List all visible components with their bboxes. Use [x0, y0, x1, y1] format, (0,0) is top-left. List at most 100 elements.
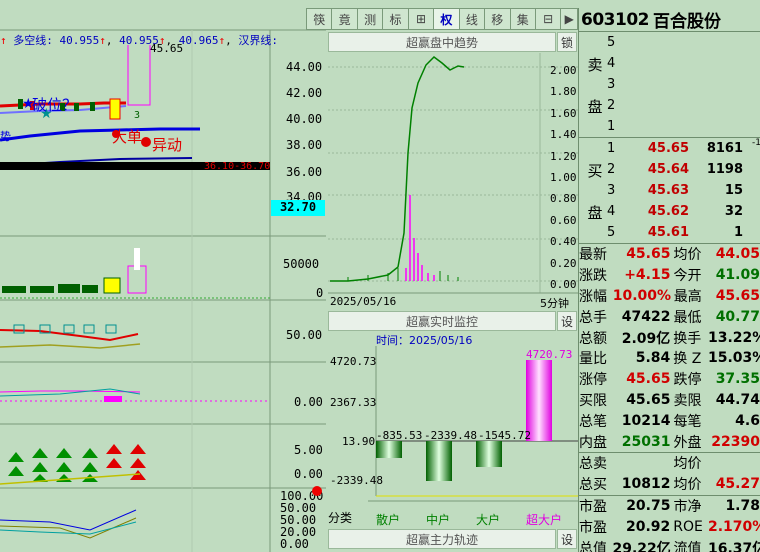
grid-icon[interactable]: ⊞	[407, 8, 434, 30]
bar-value-retail: -835.53	[376, 429, 423, 442]
breakout-label: 破位？	[32, 96, 78, 114]
sell-book: 卖 盘 5 4 3 2 1	[579, 32, 760, 138]
stat-row-amount: 总额2.09亿换手13.22%	[579, 329, 760, 347]
monitor-y-label-2: 2367.33	[330, 396, 377, 409]
price-label-38: 38.00	[286, 138, 323, 152]
price-label-42: 42.00	[286, 86, 323, 100]
stat-row-pe-ttm: 市盈20.92ROE2.170%	[579, 518, 760, 536]
stock-code: 603102	[581, 9, 649, 30]
price-label-36: 36.00	[286, 165, 323, 179]
main-force-settings-button[interactable]: 设	[557, 529, 577, 549]
trend-chart	[328, 53, 578, 307]
indicator2-label: 0.00	[294, 395, 323, 409]
bar-mid	[426, 441, 452, 481]
category-label: 分类	[328, 511, 353, 525]
category-super-large: 超大户	[526, 513, 563, 527]
sell-side-label-1: 卖	[587, 56, 603, 74]
stat-row-volume: 总手 47422 最低 40.77	[579, 308, 760, 326]
quote-stats: 最新 45.65 均价 44.05 涨跌 +4.15 今开 41.09 涨幅 10.00% 最高…	[579, 244, 760, 452]
monitor-y-label-3: 13.90	[342, 435, 376, 448]
stat-row-inner-outer: 内盘 25031 外盘 22390	[579, 433, 760, 451]
sell-level-1[interactable]: 1	[607, 116, 760, 137]
toolbar-button-2[interactable]: 竟	[331, 8, 357, 30]
buy-level-5[interactable]: 5 45.61 1	[607, 222, 760, 243]
quote-valuation: 市盈20.75市净1.78 市盈20.92ROE2.170% 总值29.22亿流…	[579, 494, 760, 552]
buy-level-1[interactable]: 145.658161-1	[607, 138, 760, 159]
bottom-indicator-labels: 100.00 50.00 50.00 20.00 0.00	[280, 489, 324, 551]
sell-level-4[interactable]: 4	[607, 53, 760, 74]
trend-short-label: 势	[0, 130, 11, 143]
play-icon[interactable]: ▶	[560, 8, 579, 30]
buy-side-label-2: 盘	[587, 204, 603, 222]
trend-period[interactable]: 5分钟	[540, 295, 569, 311]
stat-row-volume-ratio: 量比5.84换 Z15.03%	[579, 350, 760, 368]
lock-button[interactable]: 锁	[557, 32, 577, 52]
indicator1-label: 50.00	[286, 328, 323, 342]
trend-date: 2025/05/16	[330, 295, 397, 308]
sell-level-5[interactable]: 5	[607, 32, 760, 53]
price-label-40: 40.00	[286, 112, 323, 126]
window-icon[interactable]: ⊟	[534, 8, 561, 30]
abnormal-move-label: 异动	[152, 136, 183, 154]
arrow-mark: 3	[134, 110, 141, 121]
quote-panel: 603102 百合股份 卖 盘 5 4 3 2 1 买 盘 1 45.65 8161…	[578, 8, 760, 552]
stock-header: 603102 百合股份	[579, 8, 760, 32]
toolbar-button-lines[interactable]: 线	[458, 8, 485, 30]
category-retail: 散户	[376, 513, 401, 527]
bar-value-super-large: 4720.73	[526, 348, 573, 361]
category-large: 大户	[476, 513, 501, 527]
category-mid: 中户	[426, 513, 451, 527]
stat-row-limit: 涨停 45.65 跌停 37.35	[579, 371, 760, 389]
alert-icon[interactable]	[312, 486, 322, 496]
sell-side-label-2: 盘	[587, 98, 603, 116]
volume-label-50000: 50000	[283, 257, 320, 271]
buy-side-label-1: 买	[587, 162, 603, 180]
buy-level-2[interactable]: 2 45.64 1198	[607, 159, 760, 180]
quote-totals: 总卖 均价 总买 10812 均价 45.27	[579, 451, 760, 495]
stat-row-total-buy: 总买 10812 均价 45.27	[579, 476, 760, 494]
monitor-y-label-4: -2339.48	[330, 474, 383, 487]
toolbar-button-move[interactable]: 移	[484, 8, 510, 30]
stat-row-pe: 市盈 20.75 市净 1.78	[579, 497, 760, 515]
high-price-label: 45.65	[150, 42, 184, 55]
bar-large	[476, 441, 502, 467]
stat-row-price-limit: 买限 45.65 卖限 44.74	[579, 391, 760, 409]
bar-retail	[376, 441, 402, 458]
big-buy-label: 大单	[112, 128, 143, 146]
stat-row-change-pct: 涨幅 10.00% 最高 45.65	[579, 287, 760, 305]
indicator-line: ↑ 多空线: 40.955↑, 40.955↑, 40.965↑, 汉界线:	[0, 34, 278, 47]
toolbar-button-1[interactable]: 筷	[306, 8, 332, 30]
price-label-44: 44.00	[286, 60, 323, 74]
volume-label-0: 0	[316, 286, 324, 300]
buy-book: 买 盘 145.658161-1 245.641198 345.6315 445…	[579, 138, 760, 244]
monitor-panel-title: 超赢实时监控	[328, 311, 556, 331]
monitor-y-label-1: 4720.73	[330, 355, 377, 368]
monitor-settings-button[interactable]: 设	[557, 311, 577, 331]
kline-chart-svg: ★ ★	[0, 29, 326, 552]
stat-row-total-sell: 总卖 均价	[579, 456, 702, 473]
kline-chart-area[interactable]: ★ ★ ↑ 多空线: 40.955↑, 40.955↑, 40.965↑, 汉界…	[0, 0, 326, 552]
toolbar-button-rights[interactable]: 权	[433, 8, 459, 30]
indicator3-label: 5.00	[294, 443, 323, 457]
toolbar-button-4[interactable]: 标	[382, 8, 408, 30]
buy-level-4[interactable]: 4 45.62 32	[607, 201, 760, 222]
stat-row-trades: 总笔 10214 每笔 4.6	[579, 412, 760, 430]
chart-toolbar: 筷 竟 测 标 ⊞ 权 线 移 集 ⊟ ▶	[306, 8, 579, 30]
trend-y-labels: 2.00 1.80 1.60 1.40 1.20 1.00 0.80 0.60 0.40…	[550, 64, 577, 292]
bar-value-mid: -2339.48	[424, 429, 477, 442]
main-force-panel-title: 超赢主力轨迹	[328, 529, 556, 549]
indicator3-zero-label: 0.00	[294, 467, 323, 481]
sell-level-2[interactable]: 2	[607, 95, 760, 116]
bar-value-large: -1545.72	[478, 429, 531, 442]
toolbar-button-set[interactable]: 集	[509, 8, 535, 30]
stat-row-latest: 最新 45.65 均价 44.05	[579, 246, 760, 264]
trend-panel-title: 超赢盘中趋势	[328, 32, 556, 52]
toolbar-button-3[interactable]: 测	[356, 8, 383, 30]
current-price-tag: 32.70	[271, 200, 325, 216]
range-label: 36.10-36.70	[204, 161, 271, 172]
stat-row-market-value: 总值29.22亿流值16.37亿	[579, 540, 760, 552]
stat-row-change: 涨跌 +4.15 今开 41.09	[579, 267, 760, 285]
buy-level-3[interactable]: 3 45.63 15	[607, 180, 760, 201]
sell-level-3[interactable]: 3	[607, 74, 760, 95]
stock-name: 百合股份	[652, 12, 721, 32]
